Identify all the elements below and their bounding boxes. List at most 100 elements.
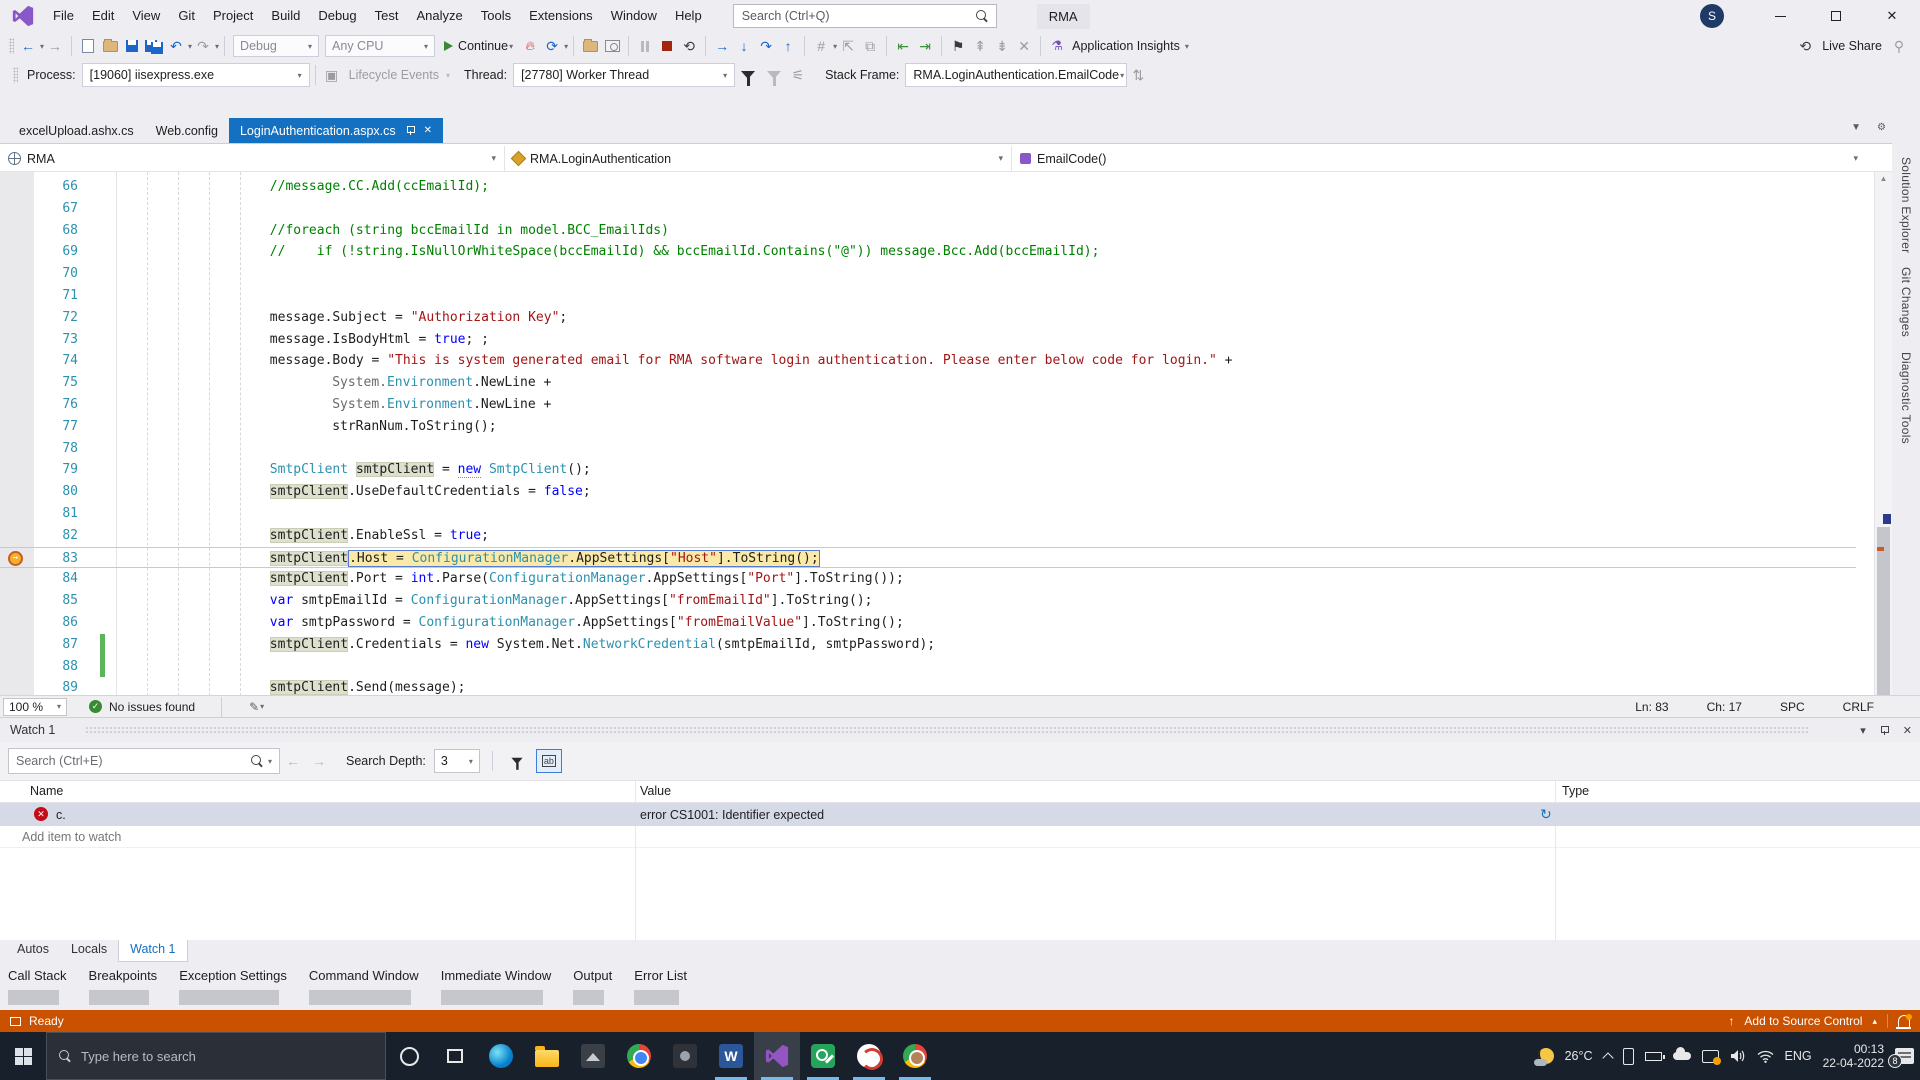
source-control-caret-icon[interactable]: ▴ <box>1872 1016 1877 1027</box>
open-file-icon[interactable] <box>99 34 121 58</box>
toolbar-grip[interactable] <box>13 67 18 83</box>
watch-value[interactable]: error CS1001: Identifier expected <box>640 808 824 822</box>
editor-vertical-scrollbar[interactable]: ▲ ▼ <box>1874 172 1892 737</box>
menu-analyze[interactable]: Analyze <box>407 8 471 23</box>
stop-debugging-icon[interactable] <box>656 34 678 58</box>
line-number[interactable]: 72 <box>38 307 78 329</box>
line-number[interactable]: 69 <box>38 241 78 263</box>
code-line[interactable]: 83 → smtpClient.Host = ConfigurationManage… <box>0 546 1856 570</box>
code-line[interactable]: 84 smtpClient.Port = int.Parse(Configurat… <box>0 568 1856 590</box>
action-center-icon[interactable]: 8 <box>1888 1048 1914 1068</box>
code-line[interactable]: 87 smtpClient.Credentials = new System.Ne… <box>0 633 1856 656</box>
document-tab[interactable]: excelUpload.ashx.cs <box>8 118 145 143</box>
menu-window[interactable]: Window <box>602 8 666 23</box>
your-phone-icon[interactable] <box>1622 1047 1634 1065</box>
line-number[interactable]: 73 <box>38 329 78 351</box>
photos-app-button[interactable] <box>570 1032 616 1080</box>
menu-edit[interactable]: Edit <box>83 8 123 23</box>
menu-tools[interactable]: Tools <box>472 8 520 23</box>
previous-bookmark-icon[interactable]: ⇞ <box>969 34 991 58</box>
line-number[interactable]: 71 <box>38 285 78 307</box>
window-tab-command-window[interactable]: Command Window <box>308 968 419 1005</box>
thread-select[interactable]: [27780] Worker Thread ▾ <box>513 63 736 87</box>
code-line[interactable]: 81 <box>0 503 1856 525</box>
code-line[interactable]: 78 <box>0 438 1856 460</box>
screenshot-icon[interactable] <box>601 34 623 58</box>
format-values-toggle[interactable]: ab <box>535 749 562 773</box>
panel-drag-handle[interactable] <box>85 726 1810 734</box>
process-select[interactable]: [19060] iisexpress.exe ▾ <box>81 63 310 87</box>
line-number[interactable]: 66 <box>38 176 78 198</box>
code-line[interactable]: 86 var smtpPassword = ConfigurationManage… <box>0 612 1856 634</box>
solution-config-select[interactable]: Debug ▾ <box>233 35 320 57</box>
background-tasks-icon[interactable] <box>10 1016 21 1026</box>
line-number[interactable]: 81 <box>38 503 78 525</box>
minimize-button[interactable] <box>1752 0 1808 32</box>
browse-with-icon[interactable] <box>579 34 601 58</box>
code-line[interactable]: 70 <box>0 263 1856 285</box>
volume-icon[interactable] <box>1730 1049 1746 1063</box>
menu-test[interactable]: Test <box>366 8 408 23</box>
line-number[interactable]: 89 <box>38 677 78 696</box>
code-area[interactable]: 66 //message.CC.Add(ccEmailId); 67 68 //fore… <box>0 172 1874 696</box>
line-number[interactable]: 79 <box>38 459 78 481</box>
line-number[interactable]: 83 <box>38 548 78 570</box>
show-next-statement-icon[interactable]: → <box>711 34 733 58</box>
visual-studio-button[interactable] <box>754 1032 800 1080</box>
line-number[interactable]: 68 <box>38 220 78 242</box>
code-line[interactable]: 72 message.Subject = "Authorization Key"; <box>0 307 1856 329</box>
save-all-icon[interactable] <box>143 34 165 58</box>
window-tab-immediate-window[interactable]: Immediate Window <box>440 968 551 1005</box>
search-depth-select[interactable]: 3 ▾ <box>433 749 480 773</box>
close-button[interactable]: ✕ <box>1864 0 1920 32</box>
line-number[interactable]: 84 <box>38 568 78 590</box>
notifications-bell-icon[interactable] <box>1896 1014 1912 1029</box>
language-indicator[interactable]: ENG <box>1785 1049 1812 1063</box>
redo-dropdown[interactable]: ▾ <box>215 42 219 51</box>
watch-column-header[interactable]: Value <box>640 784 671 798</box>
window-position-icon[interactable]: ▾ <box>1860 724 1866 737</box>
bookmark-icon[interactable]: ⚑ <box>947 34 969 58</box>
current-statement-icon[interactable]: → <box>8 550 23 566</box>
scroll-up-arrow[interactable]: ▲ <box>1875 174 1892 183</box>
code-line[interactable]: 69 // if (!string.IsNullOrWhiteSpace(bccE… <box>0 241 1856 263</box>
red-utility-button[interactable] <box>846 1032 892 1080</box>
window-tab-call-stack[interactable]: Call Stack <box>8 968 67 1005</box>
file-explorer-button[interactable] <box>524 1032 570 1080</box>
dark-app-button[interactable] <box>662 1032 708 1080</box>
filter-threads-icon[interactable] <box>741 71 756 86</box>
side-tab-solution-explorer[interactable]: Solution Explorer <box>1899 157 1913 253</box>
side-tab-diagnostic-tools[interactable]: Diagnostic Tools <box>1899 352 1913 444</box>
onedrive-icon[interactable] <box>1672 1047 1691 1060</box>
menu-view[interactable]: View <box>123 8 169 23</box>
document-tab[interactable]: LoginAuthentication.aspx.cs ✕ <box>228 118 444 143</box>
navigate-forward-icon[interactable]: → <box>44 34 66 58</box>
indent-decrease-icon[interactable]: ⇤ <box>892 34 914 58</box>
new-file-icon[interactable] <box>77 34 99 58</box>
chrome-profile-button[interactable] <box>892 1032 938 1080</box>
line-number[interactable]: 75 <box>38 372 78 394</box>
add-watch-item[interactable]: Add item to watch <box>0 826 1920 848</box>
line-number[interactable]: 82 <box>38 525 78 547</box>
clear-bookmarks-icon[interactable]: ✕ <box>1013 34 1035 58</box>
pin-icon[interactable] <box>1880 725 1889 735</box>
restart-application-icon[interactable]: ⟳ <box>541 34 563 58</box>
watch-name[interactable]: c. <box>56 808 66 822</box>
menu-help[interactable]: Help <box>666 8 711 23</box>
application-insights-icon[interactable]: ⚗ <box>1046 34 1068 58</box>
redo-icon[interactable]: ↷ <box>192 34 214 58</box>
indent-increase-icon[interactable]: ⇥ <box>914 34 936 58</box>
live-share-icon[interactable]: ⟲ <box>1794 34 1816 58</box>
eol-indicator[interactable]: CRLF <box>1843 700 1874 714</box>
add-to-source-control-button[interactable]: Add to Source Control <box>1744 1014 1862 1028</box>
stack-frame-select[interactable]: RMA.LoginAuthentication.EmailCode ▾ <box>905 63 1128 87</box>
watch-column-header[interactable]: Type <box>1562 784 1589 798</box>
column-indicator[interactable]: Ch: 17 <box>1707 700 1742 714</box>
next-bookmark-icon[interactable]: ⇟ <box>991 34 1013 58</box>
project-dropdown[interactable]: RMA ▾ <box>0 146 505 171</box>
code-line[interactable]: 67 <box>0 198 1856 220</box>
battery-icon[interactable] <box>1644 1051 1665 1061</box>
toolbar-grip[interactable] <box>9 38 14 54</box>
line-number[interactable]: 80 <box>38 481 78 503</box>
line-number[interactable]: 70 <box>38 263 78 285</box>
